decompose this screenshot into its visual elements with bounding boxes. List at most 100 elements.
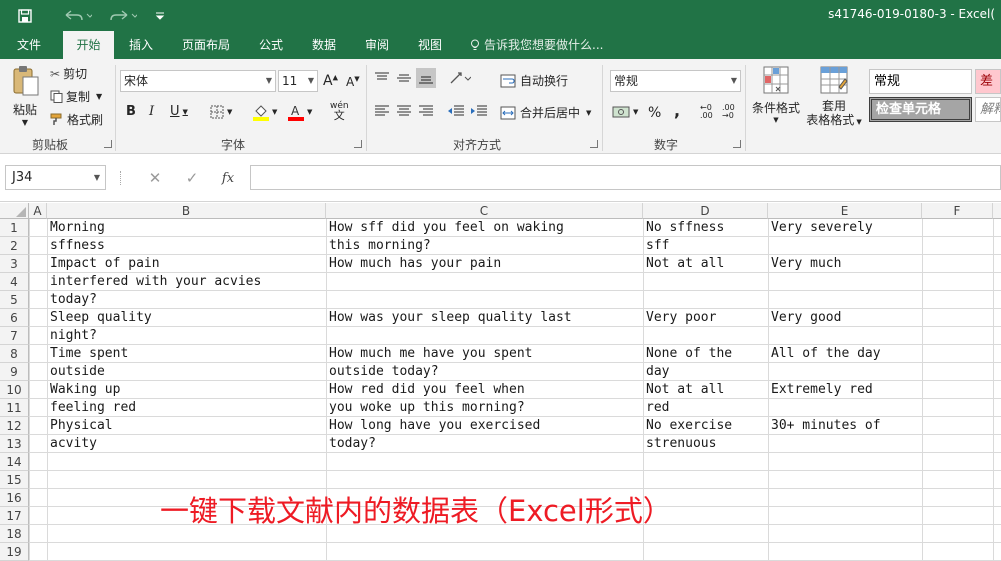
underline-button[interactable]: U ▼ (170, 104, 188, 119)
cell-b3[interactable]: Impact of pain (47, 255, 160, 273)
cell-d12[interactable]: No exercise (643, 417, 732, 435)
cancel-icon[interactable]: ✕ (144, 167, 166, 189)
increase-decimal-button[interactable]: ←0.00 (700, 104, 713, 120)
tab-data[interactable]: 数据 (302, 31, 346, 59)
cell-b4[interactable]: interfered with your acvies (47, 273, 261, 291)
save-icon[interactable] (15, 6, 35, 26)
row-header-10[interactable]: 10 (0, 381, 29, 399)
orientation-button[interactable] (449, 71, 471, 85)
style-check-cell[interactable]: 检查单元格 (869, 97, 972, 122)
tab-insert[interactable]: 插入 (118, 31, 164, 59)
select-all-corner[interactable] (0, 203, 29, 219)
cell-b10[interactable]: Waking up (47, 381, 120, 399)
tell-me-box[interactable]: 告诉我您想要做什么... (470, 31, 603, 59)
style-bad[interactable]: 差 (975, 69, 1001, 94)
column-header-a[interactable]: A (29, 203, 47, 219)
cell-e1[interactable]: Very severely (768, 219, 873, 237)
align-center-button[interactable] (396, 104, 412, 118)
row-header-18[interactable]: 18 (0, 525, 29, 543)
cell-e10[interactable]: Extremely red (768, 381, 873, 399)
row-header-8[interactable]: 8 (0, 345, 29, 363)
copy-button[interactable]: 复制 ▼ (50, 88, 102, 105)
cell-c3[interactable]: How much has your pain (326, 255, 501, 273)
merge-center-button[interactable]: 合并后居中 ▼ (500, 104, 591, 121)
cell-c10[interactable]: How red did you feel when (326, 381, 525, 399)
row-header-12[interactable]: 12 (0, 417, 29, 435)
decrease-indent-button[interactable] (447, 104, 465, 118)
increase-font-button[interactable]: A▲ (323, 73, 338, 89)
font-name-select[interactable]: 宋体 ▼ (120, 70, 276, 92)
paste-button[interactable]: 粘贴 ▼ (8, 65, 42, 127)
cell-c11[interactable]: you woke up this morning? (326, 399, 525, 417)
cell-b11[interactable]: feeling red (47, 399, 136, 417)
cell-d2[interactable]: sff (643, 237, 669, 255)
confirm-icon[interactable]: ✓ (181, 167, 203, 189)
border-button[interactable]: ▼ (210, 105, 232, 119)
cell-c2[interactable]: this morning? (326, 237, 431, 255)
cell-c6[interactable]: How was your sleep quality last (326, 309, 572, 327)
row-header-6[interactable]: 6 (0, 309, 29, 327)
clipboard-launcher-icon[interactable] (104, 140, 112, 148)
phonetic-button[interactable]: wén 文 (330, 102, 349, 122)
number-format-select[interactable]: 常规 ▼ (610, 70, 741, 92)
cell-c1[interactable]: How sff did you feel on waking (326, 219, 564, 237)
italic-button[interactable]: I (149, 104, 154, 119)
formula-input[interactable] (250, 165, 1001, 190)
font-size-select[interactable]: 11 ▼ (278, 70, 318, 92)
increase-indent-button[interactable] (470, 104, 488, 118)
cell-b6[interactable]: Sleep quality (47, 309, 152, 327)
row-header-15[interactable]: 15 (0, 471, 29, 489)
align-middle-button[interactable] (396, 71, 412, 85)
cell-c9[interactable]: outside today? (326, 363, 439, 381)
style-explanatory[interactable]: 解释 (975, 97, 1001, 122)
row-header-11[interactable]: 11 (0, 399, 29, 417)
row-header-3[interactable]: 3 (0, 255, 29, 273)
cell-d9[interactable]: day (643, 363, 669, 381)
redo-icon[interactable] (105, 6, 139, 26)
align-right-button[interactable] (418, 104, 434, 118)
cell-e3[interactable]: Very much (768, 255, 841, 273)
format-painter-button[interactable]: 格式刷 (50, 111, 103, 128)
row-header-2[interactable]: 2 (0, 237, 29, 255)
number-launcher-icon[interactable] (733, 140, 741, 148)
customize-icon[interactable] (150, 6, 170, 26)
row-header-9[interactable]: 9 (0, 363, 29, 381)
cell-b13[interactable]: acvity (47, 435, 97, 453)
row-header-13[interactable]: 13 (0, 435, 29, 453)
tab-review[interactable]: 审阅 (355, 31, 399, 59)
row-header-16[interactable]: 16 (0, 489, 29, 507)
accounting-format-button[interactable]: ▼ (612, 105, 638, 119)
row-header-5[interactable]: 5 (0, 291, 29, 309)
row-header-14[interactable]: 14 (0, 453, 29, 471)
row-header-17[interactable]: 17 (0, 507, 29, 525)
cell-d10[interactable]: Not at all (643, 381, 724, 399)
cell-d11[interactable]: red (643, 399, 669, 417)
tab-view[interactable]: 视图 (408, 31, 452, 59)
conditional-format-button[interactable]: 条件格式 ▼ (750, 65, 802, 124)
tab-page-layout[interactable]: 页面布局 (172, 31, 240, 59)
cell-b8[interactable]: Time spent (47, 345, 128, 363)
fill-color-button[interactable]: ▼ (252, 103, 277, 121)
column-header-b[interactable]: B (47, 203, 326, 219)
cell-d8[interactable]: None of the (643, 345, 732, 363)
cell-c12[interactable]: How long have you exercised (326, 417, 540, 435)
align-top-button[interactable] (374, 71, 390, 85)
cell-e8[interactable]: All of the day (768, 345, 881, 363)
name-box[interactable]: J34 ▼ (5, 165, 106, 190)
tab-formulas[interactable]: 公式 (250, 31, 292, 59)
column-header-d[interactable]: D (643, 203, 768, 219)
column-header-g[interactable] (993, 203, 1001, 219)
style-normal[interactable]: 常规 (869, 69, 972, 94)
percent-button[interactable]: % (648, 105, 661, 121)
comma-button[interactable]: , (674, 101, 680, 120)
cell-c13[interactable]: today? (326, 435, 376, 453)
row-header-7[interactable]: 7 (0, 327, 29, 345)
cell-e12[interactable]: 30+ minutes of (768, 417, 881, 435)
cell-d13[interactable]: strenuous (643, 435, 716, 453)
cell-d3[interactable]: Not at all (643, 255, 724, 273)
font-color-button[interactable]: A ▼ (287, 103, 312, 121)
undo-icon[interactable] (60, 6, 94, 26)
row-header-19[interactable]: 19 (0, 543, 29, 561)
align-left-button[interactable] (374, 104, 390, 118)
row-header-1[interactable]: 1 (0, 219, 29, 237)
